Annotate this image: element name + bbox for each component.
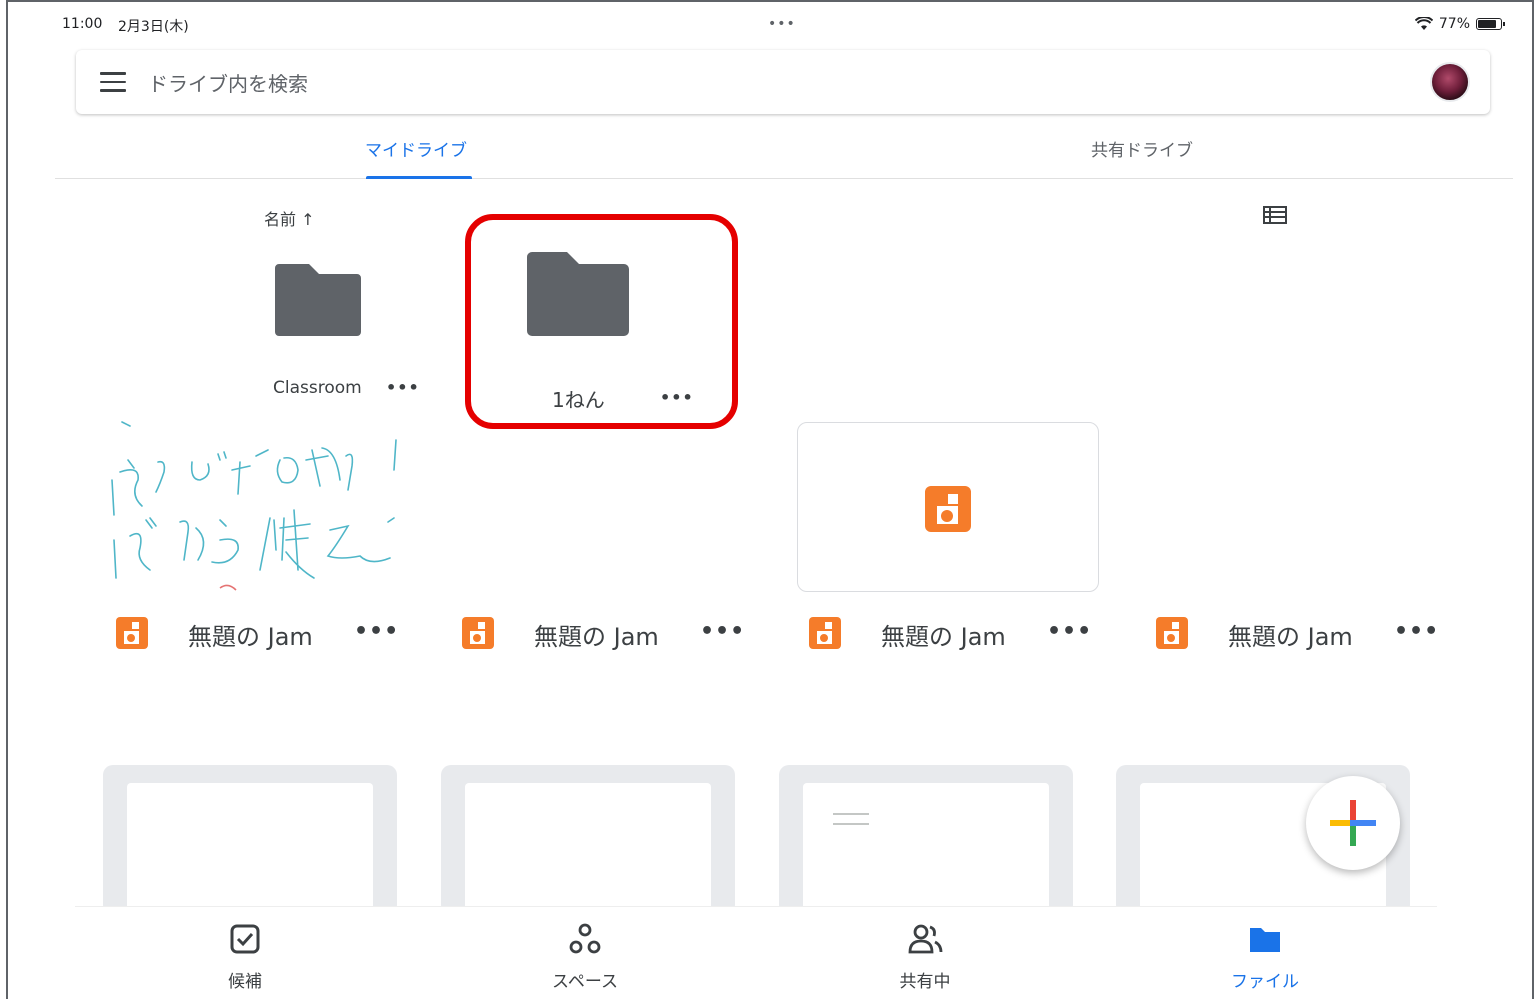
more-options-button[interactable]: ••• [1047, 619, 1092, 644]
active-tab-indicator [366, 176, 472, 179]
jamboard-icon [116, 617, 148, 649]
sort-by-name-button[interactable]: 名前 ↑ [264, 206, 315, 230]
folder-item-classroom[interactable]: Classroom ••• [270, 262, 420, 402]
jam-file-name: 無題の Jam [534, 623, 659, 651]
list-view-icon[interactable] [1263, 206, 1287, 224]
file-card-preview [803, 783, 1049, 923]
search-input[interactable]: ドライブ内を検索 [148, 68, 308, 97]
more-options-button[interactable]: ••• [1394, 619, 1439, 644]
more-options-button[interactable]: ••• [354, 619, 399, 644]
file-card[interactable] [441, 765, 735, 923]
jam-file-item[interactable]: 無題の Jam ••• [809, 617, 1099, 651]
nav-item-suggested[interactable]: 候補 [165, 921, 325, 992]
folder-icon [1250, 928, 1280, 952]
jamboard-icon [1156, 617, 1188, 649]
nav-label: 候補 [228, 972, 262, 992]
spaces-icon [569, 923, 601, 954]
status-bar: 11:00 2月3日(木) ••• 77% [0, 16, 1536, 36]
battery-icon [1476, 18, 1505, 30]
jam-file-name: 無題の Jam [188, 623, 313, 651]
more-options-button[interactable]: ••• [386, 378, 420, 397]
nav-item-spaces[interactable]: スペース [505, 921, 665, 992]
nav-label: ファイル [1231, 972, 1299, 992]
file-card[interactable] [779, 765, 1073, 923]
plus-icon [1330, 800, 1376, 846]
status-date: 2月3日(木) [118, 19, 189, 35]
jamboard-icon [809, 617, 841, 649]
jam-file-name: 無題の Jam [881, 623, 1006, 651]
wifi-icon [1414, 17, 1433, 30]
multitasking-dots[interactable]: ••• [768, 16, 796, 32]
menu-icon[interactable] [100, 72, 126, 92]
check-box-icon [230, 924, 260, 954]
search-bar[interactable]: ドライブ内を検索 [76, 50, 1490, 114]
jam-thumbnail-blank[interactable] [797, 422, 1099, 592]
bottom-navigation: 候補 スペース 共有中 ファイル [75, 906, 1437, 1000]
file-card-preview [465, 783, 711, 923]
tab-shared-drives[interactable]: 共有ドライブ [1091, 136, 1193, 161]
jam-file-item[interactable]: 無題の Jam ••• [116, 617, 406, 651]
highlight-annotation [465, 214, 738, 429]
file-card-preview [127, 783, 373, 923]
battery-percent: 77% [1438, 16, 1470, 32]
jam-file-item[interactable]: 無題の Jam ••• [462, 617, 752, 651]
new-file-button[interactable] [1306, 776, 1400, 870]
nav-item-files[interactable]: ファイル [1185, 921, 1345, 992]
nav-item-shared[interactable]: 共有中 [845, 921, 1005, 992]
file-card[interactable] [103, 765, 397, 923]
status-right: 77% [1414, 16, 1505, 32]
folder-icon [275, 264, 361, 336]
jam-file-name: 無題の Jam [1228, 623, 1353, 651]
folder-name: Classroom [273, 378, 362, 398]
screenshot-frame-top [0, 0, 1536, 4]
avatar[interactable] [1430, 62, 1470, 102]
nav-label: 共有中 [899, 972, 951, 992]
jamboard-icon [925, 486, 971, 532]
people-icon [908, 924, 943, 954]
screenshot-frame-left [0, 0, 8, 999]
more-options-button[interactable]: ••• [700, 619, 745, 644]
jam-thumbnail-handwriting[interactable] [100, 410, 420, 595]
jamboard-icon [462, 617, 494, 649]
drive-tabs: マイドライブ 共有ドライブ [55, 120, 1513, 179]
status-time: 11:00 [62, 16, 103, 32]
jam-file-item[interactable]: 無題の Jam ••• [1156, 617, 1446, 651]
screenshot-frame-right [1532, 0, 1536, 999]
nav-label: スペース [552, 972, 618, 992]
tab-my-drive[interactable]: マイドライブ [365, 136, 467, 161]
